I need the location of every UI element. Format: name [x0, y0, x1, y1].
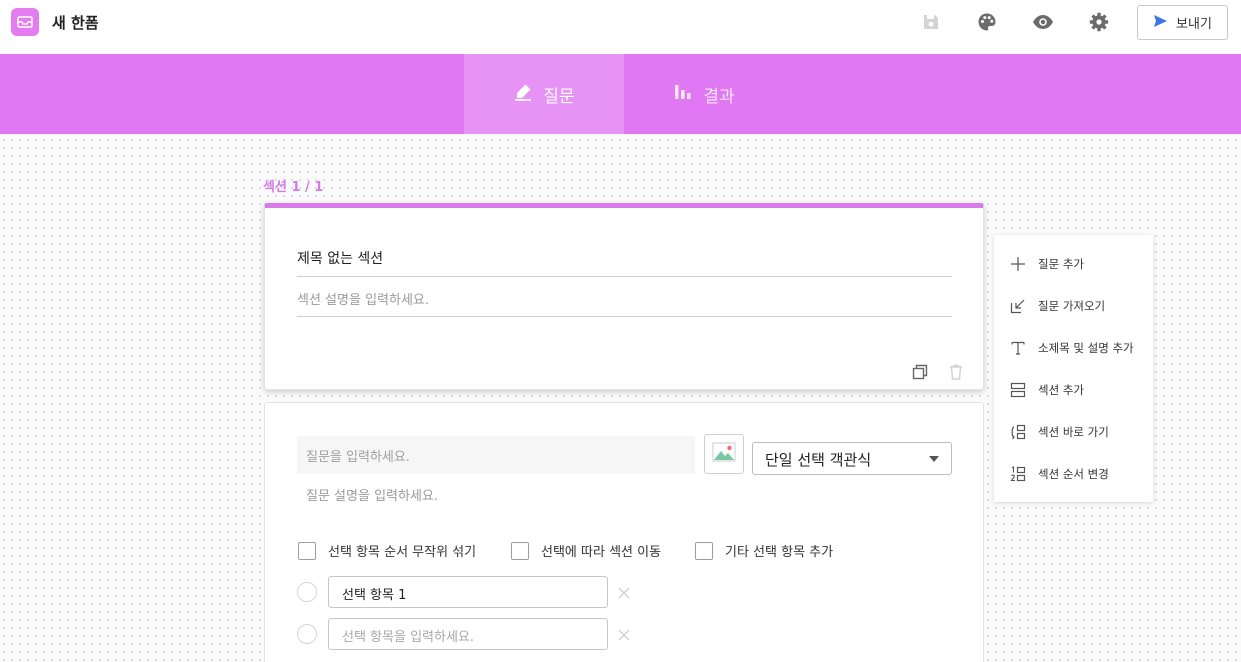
- top-bar: 새 한폼 보내기: [0, 0, 1241, 54]
- bar-chart-icon: [673, 82, 693, 107]
- text-icon: [1011, 341, 1025, 355]
- option-other-label: 기타 선택 항목 추가: [725, 545, 834, 560]
- chevron-down-icon: [929, 456, 939, 462]
- send-button-label: 보내기: [1176, 17, 1212, 32]
- question-description-input[interactable]: 질문 설명을 입력하세요.: [306, 485, 438, 504]
- radio-2[interactable]: [297, 624, 317, 644]
- menu-add-subtitle[interactable]: 소제목 및 설명 추가: [1010, 338, 1134, 358]
- remove-choice-2-icon[interactable]: [617, 627, 631, 641]
- send-icon: [1153, 14, 1168, 32]
- side-toolbar: 질문 추가 질문 가져오기 소제목 및 설명 추가 섹션 추가 섹션 바로 가기: [994, 235, 1153, 502]
- choice-radio-1[interactable]: [297, 582, 317, 602]
- question-type-select[interactable]: 단일 선택 객관식: [752, 442, 952, 475]
- section-icon: [1010, 382, 1026, 398]
- section-description-input[interactable]: 섹션 설명을 입력하세요.: [297, 284, 952, 317]
- menu-add-subtitle-label: 소제목 및 설명 추가: [1038, 341, 1134, 355]
- gear-icon[interactable]: [1088, 11, 1110, 33]
- tab-results[interactable]: 결과: [624, 54, 784, 134]
- tab-results-label: 결과: [703, 86, 735, 107]
- menu-add-question-label: 질문 추가: [1038, 257, 1084, 271]
- tab-questions-label: 질문: [543, 86, 575, 107]
- app-title: 새 한폼: [52, 14, 99, 32]
- section-card: 제목 없는 섹션 섹션 설명을 입력하세요.: [264, 203, 984, 390]
- tab-questions[interactable]: 질문: [464, 54, 624, 134]
- menu-reorder-sections[interactable]: 섹션 순서 변경: [1010, 464, 1109, 484]
- radio-1[interactable]: [297, 582, 317, 602]
- import-icon: [1010, 299, 1025, 314]
- shuffle-checkbox[interactable]: [298, 541, 316, 560]
- menu-add-section[interactable]: 섹션 추가: [1010, 380, 1084, 400]
- section-jump-checkbox[interactable]: [511, 541, 529, 560]
- add-image-button[interactable]: [704, 434, 744, 474]
- choice-radio-2[interactable]: [297, 624, 317, 644]
- question-type-value: 단일 선택 객관식: [765, 451, 872, 469]
- option-shuffle-label: 선택 항목 순서 무작위 섞기: [328, 545, 477, 560]
- duplicate-icon[interactable]: [911, 363, 929, 381]
- option-shuffle[interactable]: 선택 항목 순서 무작위 섞기: [298, 541, 476, 560]
- menu-add-question[interactable]: 질문 추가: [1010, 254, 1084, 274]
- menu-add-section-label: 섹션 추가: [1038, 383, 1084, 397]
- option-section-jump[interactable]: 선택에 따라 섹션 이동: [511, 541, 661, 560]
- delete-icon[interactable]: [947, 363, 965, 381]
- app-logo-icon: [11, 8, 39, 36]
- choice-input-2[interactable]: 선택 항목을 입력하세요.: [328, 618, 608, 650]
- question-card: 질문을 입력하세요. 단일 선택 객관식 질문 설명을 입력하세요. 선택 항목…: [264, 402, 984, 662]
- other-option-checkbox[interactable]: [695, 541, 713, 560]
- section-jump-icon: [1011, 424, 1026, 440]
- pencil-icon: [513, 82, 533, 107]
- option-section-jump-label: 선택에 따라 섹션 이동: [541, 545, 662, 560]
- save-icon[interactable]: [920, 11, 942, 33]
- eye-icon[interactable]: [1032, 11, 1054, 33]
- image-icon: [712, 442, 736, 466]
- tab-bar: 질문 결과: [0, 54, 1241, 134]
- section-title-input[interactable]: 제목 없는 섹션: [297, 244, 952, 277]
- remove-choice-1-icon[interactable]: [617, 585, 631, 599]
- menu-reorder-sections-label: 섹션 순서 변경: [1038, 467, 1109, 481]
- plus-icon: [1011, 257, 1025, 271]
- send-button[interactable]: 보내기: [1137, 5, 1228, 40]
- option-other[interactable]: 기타 선택 항목 추가: [695, 541, 833, 560]
- palette-icon[interactable]: [976, 11, 998, 33]
- choice-input-1[interactable]: 선택 항목 1: [328, 576, 608, 608]
- menu-section-jump-label: 섹션 바로 가기: [1038, 425, 1109, 439]
- section-counter: 섹션 1 / 1: [263, 180, 324, 195]
- question-input[interactable]: 질문을 입력하세요.: [297, 436, 695, 474]
- menu-import-question[interactable]: 질문 가져오기: [1010, 296, 1105, 316]
- reorder-icon: [1010, 466, 1026, 482]
- menu-section-jump[interactable]: 섹션 바로 가기: [1010, 422, 1109, 442]
- menu-import-question-label: 질문 가져오기: [1038, 299, 1106, 313]
